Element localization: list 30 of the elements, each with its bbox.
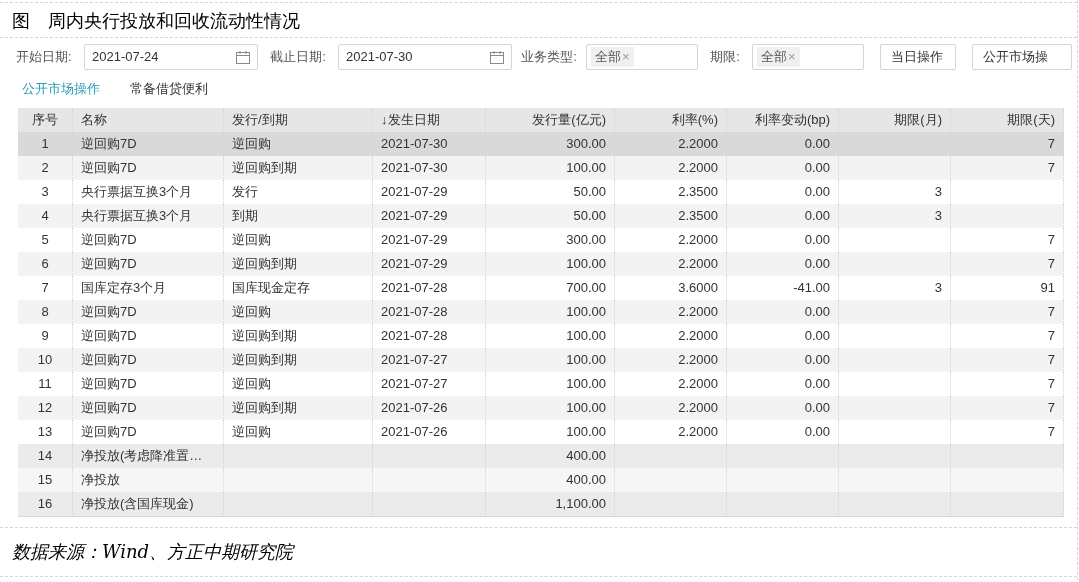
tag-label: 全部 [595,48,621,67]
filter-label: 截止日期: [269,48,327,67]
table-cell: 净投放(含国库现金) [73,492,224,516]
toolbar-button[interactable]: 公开市场操 [972,44,1072,70]
table-cell: 16 [18,492,73,516]
date-field[interactable]: 2021-07-24 [84,44,258,70]
table-row[interactable]: 14 净投放(考虑降准置… 400.00 [18,444,1064,468]
table-row[interactable]: 15 净投放 400.00 [18,468,1064,492]
filter-label: 业务类型: [520,48,578,67]
tag-label: 全部 [761,48,787,67]
table-row[interactable]: 1 逆回购7D 逆回购 2021-07-30 300.00 2.2000 0.00 7 [18,132,1064,156]
select-field[interactable]: 全部× [752,44,864,70]
figure-caption: 图 周内央行投放和回收流动性情况 [12,8,300,33]
toolbar-button[interactable]: 当日操作 [880,44,956,70]
calendar-icon[interactable] [236,50,250,64]
table-row[interactable]: 12 逆回购7D 逆回购到期 2021-07-26 100.00 2.2000 0.00 7 [18,396,1064,420]
table-row[interactable]: 10 逆回购7D 逆回购到期 2021-07-27 100.00 2.2000 0.00 7 [18,348,1064,372]
filter-label: 期限: [709,48,741,67]
calendar-icon[interactable] [490,50,504,64]
source-note: 数据来源：Wind、方正中期研究院 [12,541,294,562]
tab[interactable]: 常备借贷便利 [130,79,208,99]
table-row[interactable]: 6 逆回购7D 逆回购到期 2021-07-29 100.00 2.2000 0.00 7 [18,252,1064,276]
select-field[interactable]: 全部× [586,44,698,70]
table-cell: 1,100.00 [486,492,615,516]
table-row[interactable]: 8 逆回购7D 逆回购 2021-07-28 100.00 2.2000 0.00 7 [18,300,1064,324]
table-row[interactable]: 2 逆回购7D 逆回购到期 2021-07-30 100.00 2.2000 0.00 7 [18,156,1064,180]
table-row[interactable]: 16 净投放(含国库现金) 1,100.00 [18,492,1064,516]
filter-label: 开始日期: [16,48,73,67]
table-row[interactable]: 4 央行票据互换3个月 到期 2021-07-29 50.00 2.3500 0.00 3 [18,204,1064,228]
date-field[interactable]: 2021-07-30 [338,44,512,70]
